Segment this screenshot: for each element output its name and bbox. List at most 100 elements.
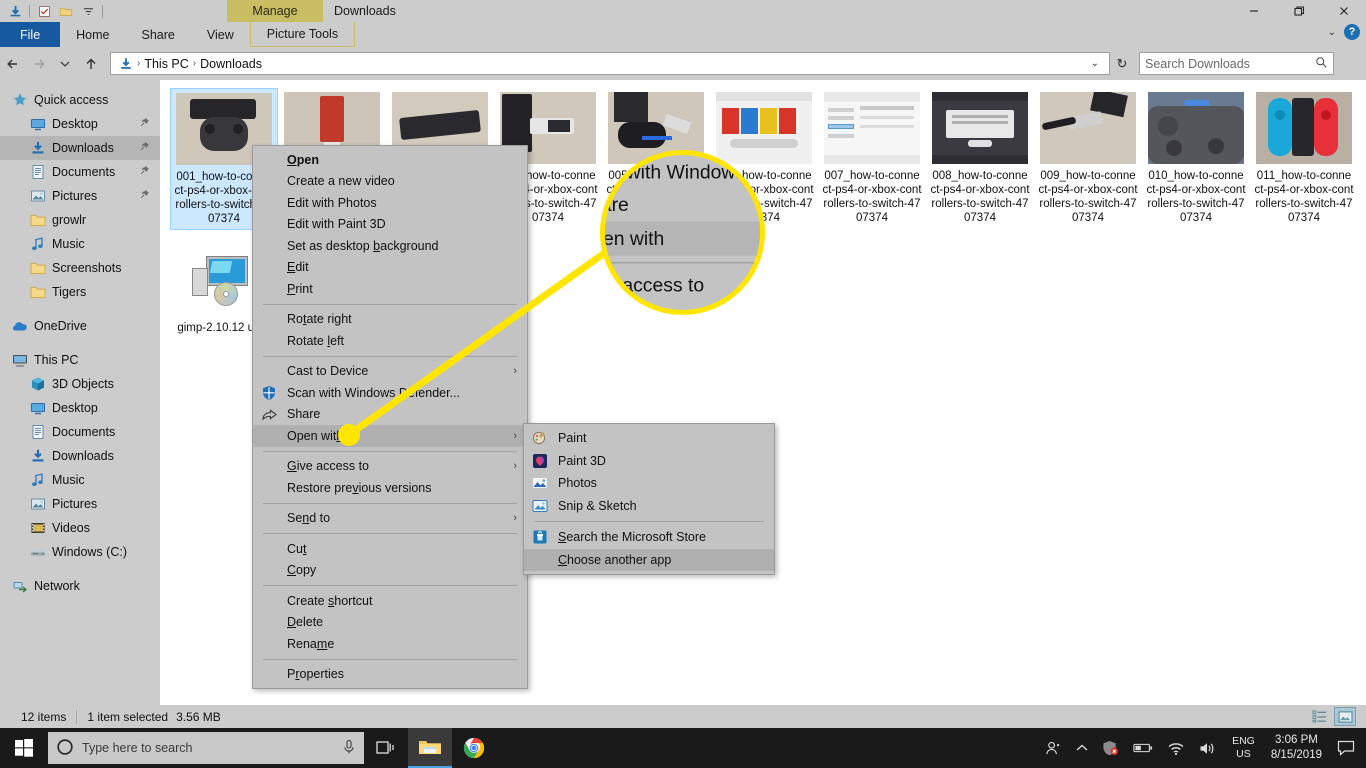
menu-item-create-a-new-video[interactable]: Create a new video (253, 171, 527, 193)
pin-icon[interactable] (139, 117, 150, 131)
restore-button[interactable] (1276, 0, 1321, 22)
menu-item-properties[interactable]: Properties (253, 664, 527, 686)
help-icon[interactable]: ? (1344, 24, 1360, 40)
sidebar-item-music[interactable]: Music (0, 232, 160, 256)
pin-icon[interactable] (139, 189, 150, 203)
details-view-icon[interactable] (1308, 707, 1330, 726)
show-hidden-icons-chevron[interactable] (1069, 743, 1095, 753)
file-item[interactable]: 009_how-to-connect-ps4-or-xbox-controlle… (1034, 88, 1142, 230)
submenu-item-search-the-microsoft-store[interactable]: Search the Microsoft Store (524, 526, 774, 549)
refresh-button[interactable]: ↻ (1110, 51, 1134, 77)
sidebar-item-pictures[interactable]: Pictures (0, 184, 160, 208)
submenu-item-snip-sketch[interactable]: Snip & Sketch (524, 495, 774, 518)
sidebar-item-3d-objects[interactable]: 3D Objects (0, 372, 160, 396)
menu-item-rotate-right[interactable]: Rotate right (253, 309, 527, 331)
forward-button[interactable] (26, 51, 52, 77)
clock[interactable]: 3:06 PM 8/15/2019 (1263, 733, 1330, 763)
navigation-pane[interactable]: Quick access Desktop Downloads Documents Pic… (0, 80, 160, 705)
menu-item-edit[interactable]: Edit (253, 257, 527, 279)
tab-picture-tools[interactable]: Picture Tools (249, 22, 356, 47)
back-button[interactable] (0, 51, 26, 77)
file-item[interactable]: 008_how-to-connect-ps4-or-xbox-controlle… (926, 88, 1034, 230)
minimize-button[interactable] (1231, 0, 1276, 22)
file-explorer-icon[interactable] (408, 728, 452, 768)
chevron-down-icon[interactable]: ⌄ (1328, 27, 1336, 38)
submenu-item-paint[interactable]: Paint (524, 427, 774, 450)
sidebar-item-network[interactable]: Network (0, 574, 160, 598)
battery-icon[interactable] (1126, 742, 1160, 754)
address-field[interactable]: › This PC › Downloads ⌄ (110, 52, 1110, 75)
recent-locations-button[interactable] (52, 51, 78, 77)
menu-item-open-with[interactable]: Open with › (253, 425, 527, 447)
sidebar-item-screenshots[interactable]: Screenshots (0, 256, 160, 280)
menu-item-edit-with-paint-3d[interactable]: Edit with Paint 3D (253, 214, 527, 236)
sidebar-item-music[interactable]: Music (0, 468, 160, 492)
pin-icon[interactable] (139, 165, 150, 179)
search-icon[interactable] (1315, 56, 1328, 72)
file-item[interactable]: 007_how-to-connect-ps4-or-xbox-controlle… (818, 88, 926, 230)
volume-icon[interactable] (1192, 741, 1224, 756)
breadcrumb-downloads[interactable]: Downloads (196, 57, 266, 71)
menu-item-print[interactable]: Print (253, 278, 527, 300)
sidebar-item-this-pc[interactable]: This PC (0, 348, 160, 372)
sidebar-item-pictures[interactable]: Pictures (0, 492, 160, 516)
security-alert-icon[interactable] (1095, 740, 1126, 756)
sidebar-item-windows-c[interactable]: Windows (C:) (0, 540, 160, 564)
sidebar-item-tigers[interactable]: Tigers (0, 280, 160, 304)
close-button[interactable] (1321, 0, 1366, 22)
task-view-icon[interactable] (364, 728, 408, 768)
sidebar-item-videos[interactable]: Videos (0, 516, 160, 540)
context-menu[interactable]: Open Create a new video Edit with Photos Ed… (252, 145, 528, 689)
menu-item-create-shortcut[interactable]: Create shortcut (253, 590, 527, 612)
sidebar-item-desktop[interactable]: Desktop (0, 396, 160, 420)
wifi-icon[interactable] (1160, 741, 1192, 756)
submenu-item-photos[interactable]: Photos (524, 472, 774, 495)
people-icon[interactable] (1038, 741, 1069, 756)
customize-chevron-icon[interactable] (77, 2, 99, 21)
sidebar-item-onedrive[interactable]: OneDrive (0, 314, 160, 338)
sidebar-item-downloads[interactable]: Downloads (0, 136, 160, 160)
menu-item-cut[interactable]: Cut (253, 538, 527, 560)
menu-item-open[interactable]: Open (253, 149, 527, 171)
downloads-icon[interactable] (4, 2, 26, 21)
file-item[interactable]: 011_how-to-connect-ps4-or-xbox-controlle… (1250, 88, 1358, 230)
breadcrumb-this-pc[interactable]: This PC (140, 57, 192, 71)
properties-icon[interactable] (33, 2, 55, 21)
sidebar-item-quick-access[interactable]: Quick access (0, 88, 160, 112)
pin-icon[interactable] (139, 141, 150, 155)
menu-item-set-as-desktop-background[interactable]: Set as desktop background (253, 235, 527, 257)
menu-item-delete[interactable]: Delete (253, 612, 527, 634)
tab-file[interactable]: File (0, 22, 61, 47)
submenu-item-choose-another-app[interactable]: Choose another app (524, 548, 774, 571)
submenu-item-paint-3d[interactable]: Paint 3D (524, 450, 774, 473)
tab-share[interactable]: Share (126, 22, 191, 47)
cortana-circle-icon[interactable] (56, 738, 74, 759)
sidebar-item-downloads[interactable]: Downloads (0, 444, 160, 468)
open-with-submenu[interactable]: Paint Paint 3D Photos Snip & Sketch Search t… (523, 423, 775, 575)
file-item[interactable]: 010_how-to-connect-ps4-or-xbox-controlle… (1142, 88, 1250, 230)
menu-item-give-access-to[interactable]: Give access to › (253, 456, 527, 478)
large-icons-view-icon[interactable] (1334, 707, 1356, 726)
sidebar-item-documents[interactable]: Documents (0, 420, 160, 444)
sidebar-item-desktop[interactable]: Desktop (0, 112, 160, 136)
microphone-icon[interactable] (342, 739, 356, 758)
language-indicator[interactable]: ENG US (1224, 735, 1263, 761)
menu-item-rename[interactable]: Rename (253, 633, 527, 655)
menu-item-restore-previous-versions[interactable]: Restore previous versions (253, 477, 527, 499)
sidebar-item-documents[interactable]: Documents (0, 160, 160, 184)
tab-view[interactable]: View (191, 22, 250, 47)
new-folder-icon[interactable] (55, 2, 77, 21)
windows-start-icon[interactable] (0, 728, 48, 768)
search-box[interactable]: Search Downloads (1139, 52, 1334, 75)
sidebar-item-growlr[interactable]: growlr (0, 208, 160, 232)
tab-home[interactable]: Home (60, 22, 125, 47)
chrome-icon[interactable] (452, 728, 496, 768)
contextual-tab-manage[interactable]: Manage (227, 0, 323, 22)
menu-item-edit-with-photos[interactable]: Edit with Photos (253, 192, 527, 214)
taskbar-search-box[interactable]: Type here to search (48, 732, 364, 764)
action-center-icon[interactable] (1330, 740, 1362, 756)
menu-item-copy[interactable]: Copy (253, 560, 527, 582)
menu-item-send-to[interactable]: Send to › (253, 508, 527, 530)
up-button[interactable] (78, 51, 104, 77)
menu-item-cast-to-device[interactable]: Cast to Device › (253, 361, 527, 383)
